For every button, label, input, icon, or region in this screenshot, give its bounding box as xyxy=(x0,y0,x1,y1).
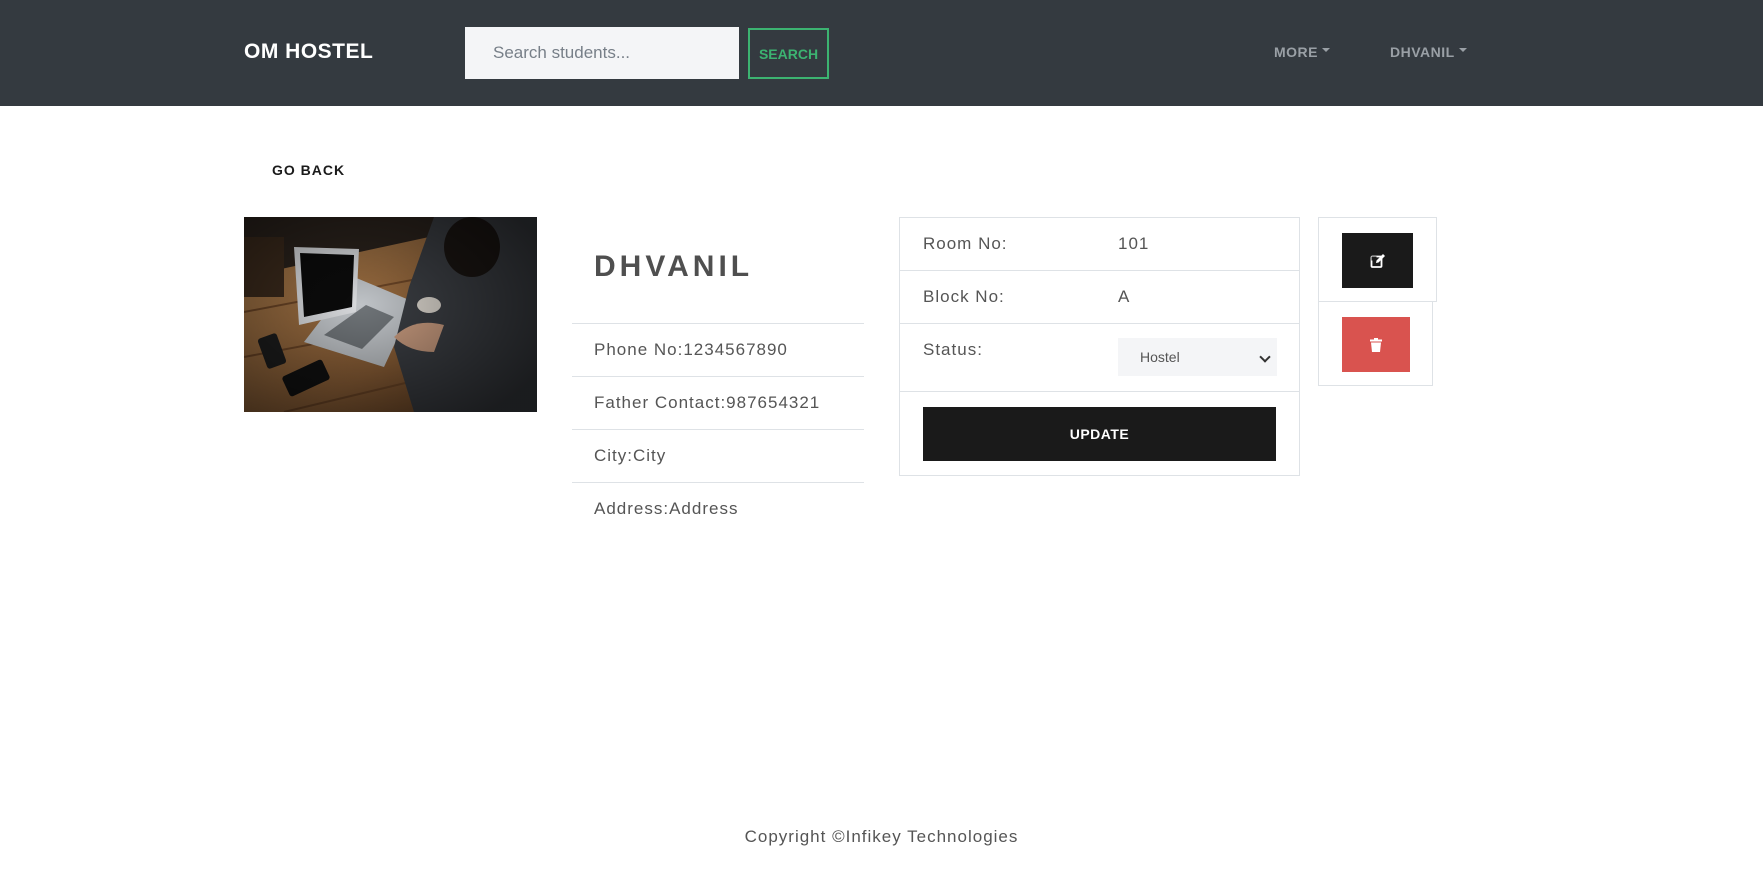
student-photo xyxy=(244,217,537,412)
more-dropdown[interactable]: MORE xyxy=(1274,44,1330,60)
info-value: 987654321 xyxy=(726,393,821,412)
trash-icon xyxy=(1370,337,1382,352)
edit-button[interactable] xyxy=(1342,233,1413,288)
status-label: Status: xyxy=(923,340,983,359)
room-label: Room No: xyxy=(923,234,1008,253)
info-value: City xyxy=(633,446,667,465)
student-name: DHVANIL xyxy=(594,250,754,283)
caret-down-icon xyxy=(1458,47,1467,52)
info-father-contact: Father Contact:987654321 xyxy=(572,376,864,429)
status-row: Status: Hostel xyxy=(900,324,1299,392)
delete-button[interactable] xyxy=(1342,317,1410,372)
footer-copyright: Copyright ©Infikey Technologies xyxy=(744,827,1019,846)
student-info-list: Phone No:1234567890 Father Contact:98765… xyxy=(572,323,864,535)
info-label: Address: xyxy=(594,499,670,518)
edit-icon xyxy=(1370,253,1385,268)
info-value: Address xyxy=(669,499,739,518)
info-value: 1234567890 xyxy=(683,340,788,359)
info-label: Father Contact: xyxy=(594,393,727,412)
delete-action-box xyxy=(1318,301,1433,386)
search-button[interactable]: SEARCH xyxy=(748,28,829,79)
room-row: Room No: 101 xyxy=(900,218,1299,271)
block-row: Block No: A xyxy=(900,271,1299,324)
block-value: A xyxy=(1118,287,1131,306)
room-details-card: Room No: 101 Block No: A Status: Hostel … xyxy=(899,217,1300,476)
room-value: 101 xyxy=(1118,234,1150,253)
search-input[interactable] xyxy=(465,27,739,79)
info-label: City: xyxy=(594,446,633,465)
info-city: City:City xyxy=(572,429,864,482)
status-select[interactable]: Hostel xyxy=(1118,338,1277,376)
info-phone: Phone No:1234567890 xyxy=(572,323,864,376)
info-label: Phone No: xyxy=(594,340,684,359)
top-navbar: OM HOSTEL SEARCH MORE DHVANIL xyxy=(0,0,1763,106)
block-label: Block No: xyxy=(923,287,1005,306)
more-dropdown-label: MORE xyxy=(1274,44,1318,60)
user-dropdown[interactable]: DHVANIL xyxy=(1390,44,1467,60)
update-button[interactable]: UPDATE xyxy=(923,407,1276,461)
edit-action-box xyxy=(1318,217,1437,302)
user-dropdown-label: DHVANIL xyxy=(1390,44,1455,60)
caret-down-icon xyxy=(1322,47,1330,52)
info-address: Address:Address xyxy=(572,482,864,535)
go-back-button[interactable]: GO BACK xyxy=(244,154,373,186)
brand-logo[interactable]: OM HOSTEL xyxy=(244,40,373,64)
